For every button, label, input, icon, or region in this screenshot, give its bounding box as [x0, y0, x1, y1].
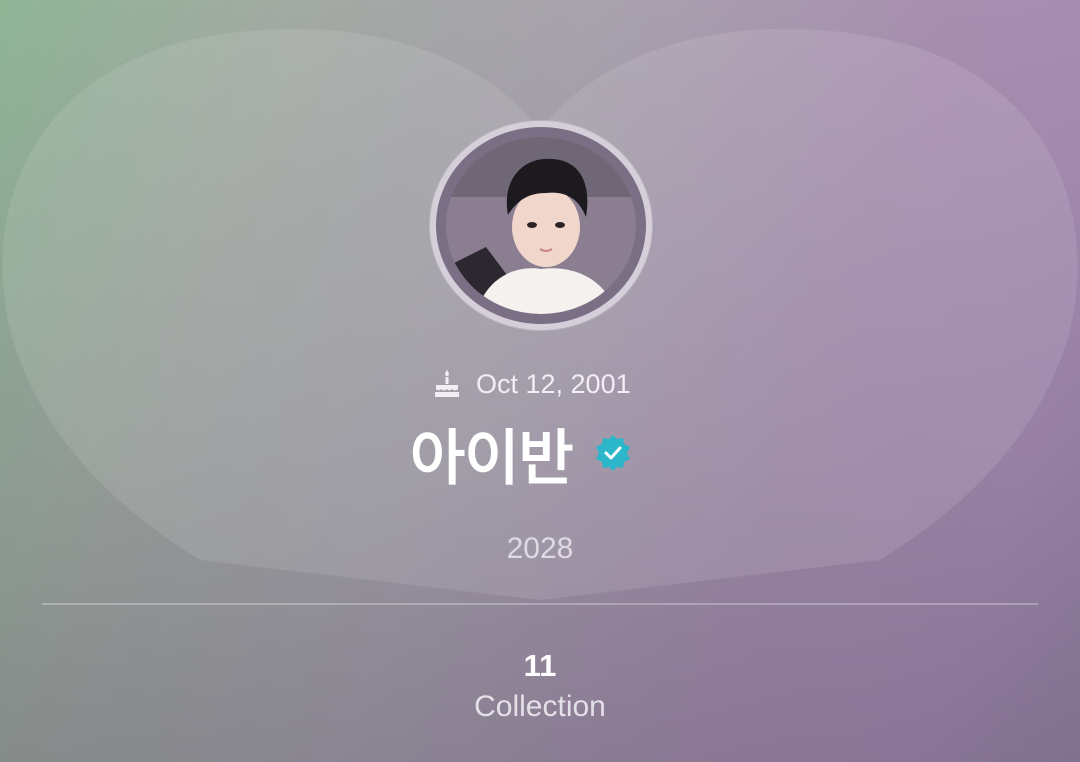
- birthday-date: Oct 12, 2001: [476, 368, 631, 399]
- name-row: 아이반: [410, 410, 680, 496]
- collection-count[interactable]: 11: [0, 648, 1080, 684]
- avatar[interactable]: [430, 121, 652, 330]
- birthday-row: Oct 12, 2001: [430, 364, 660, 404]
- verified-badge-icon: [593, 433, 633, 473]
- divider: [42, 603, 1038, 605]
- birthday-cake-icon: [430, 367, 464, 401]
- group-label: 2028: [506, 532, 574, 565]
- profile-name: 아이반: [410, 423, 574, 494]
- avatar-photo: [446, 137, 636, 314]
- collection-label[interactable]: Collection: [0, 690, 1080, 724]
